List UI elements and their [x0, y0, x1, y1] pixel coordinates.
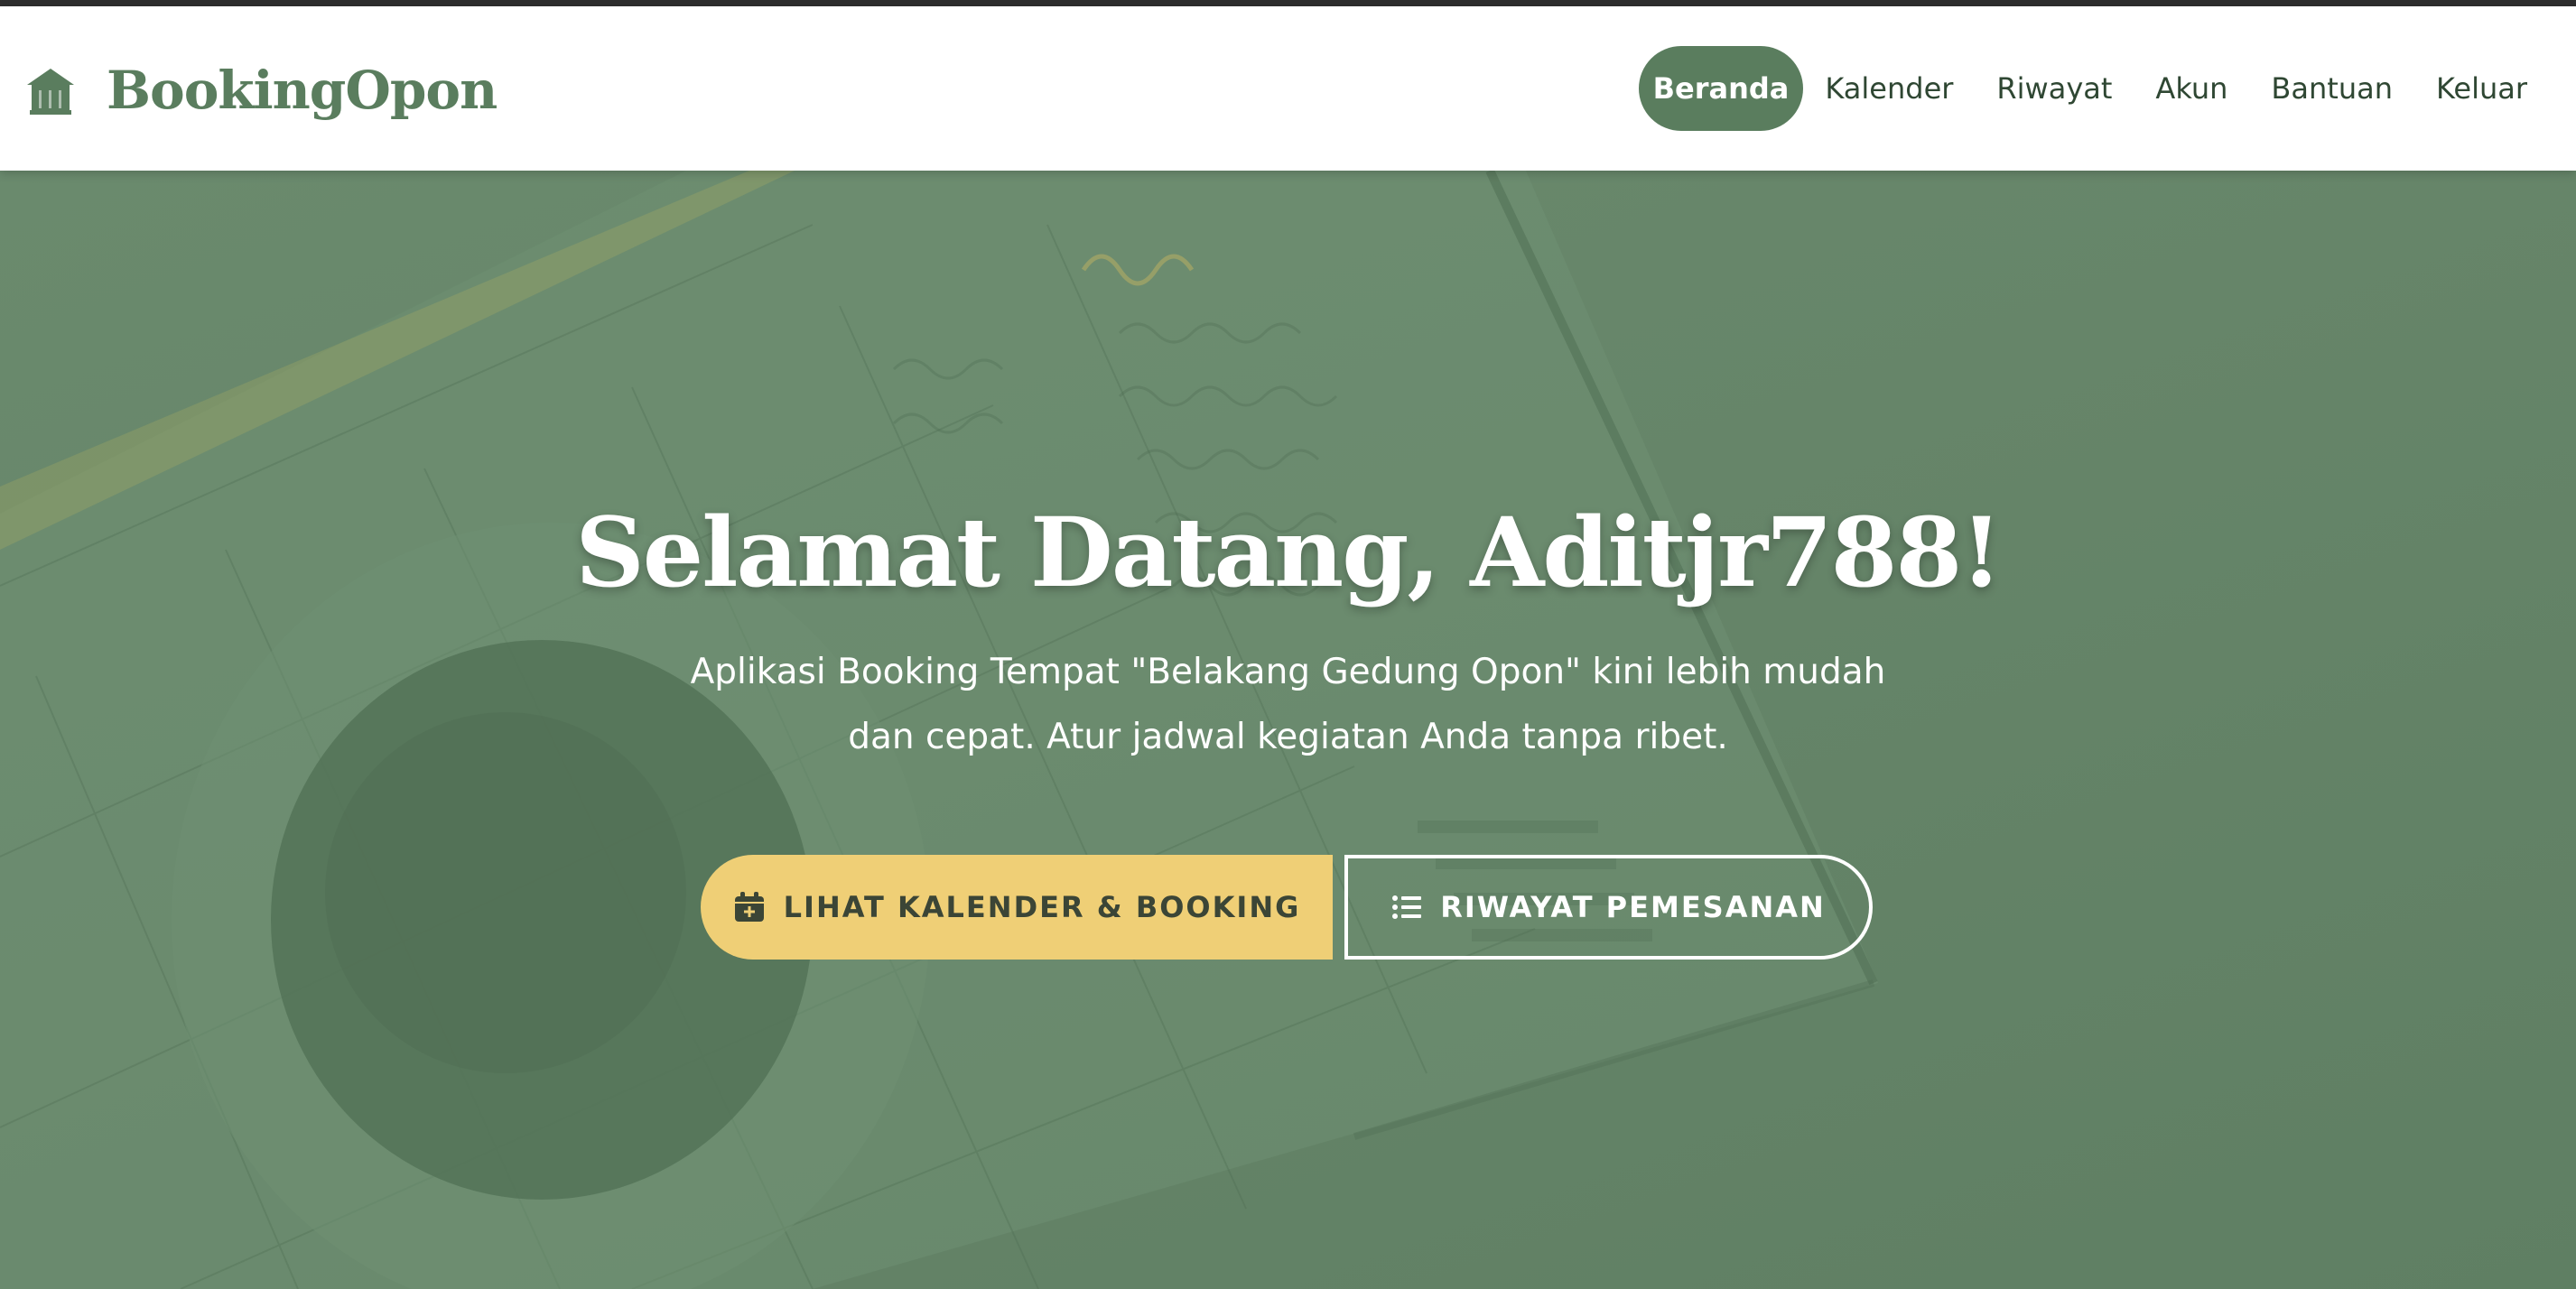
main-nav: Beranda Kalender Riwayat Akun Bantuan Ke… [1638, 46, 2549, 131]
booking-history-button[interactable]: RIWAYAT PEMESANAN [1344, 855, 1873, 960]
view-calendar-booking-button[interactable]: LIHAT KALENDER & BOOKING [701, 855, 1333, 960]
hero-subtitle-line-1: Aplikasi Booking Tempat "Belakang Gedung… [690, 652, 1886, 692]
nav-item-kalender[interactable]: Kalender [1803, 46, 1975, 131]
nav-item-akun[interactable]: Akun [2134, 46, 2249, 131]
hero-title: Selamat Datang, Aditjr788! [575, 496, 2002, 608]
nav-item-beranda[interactable]: Beranda [1638, 46, 1804, 131]
hero-subtitle-line-2: dan cepat. Atur jadwal kegiatan Anda tan… [848, 717, 1728, 757]
hero-section: Selamat Datang, Aditjr788! Aplikasi Book… [0, 171, 2576, 1289]
calendar-plus-icon [734, 892, 764, 922]
hero-subtitle: Aplikasi Booking Tempat "Belakang Gedung… [641, 640, 1935, 770]
nav-item-keluar[interactable]: Keluar [2414, 46, 2549, 131]
navbar: BookingOpon Beranda Kalender Riwayat Aku… [0, 6, 2576, 171]
brand-name: BookingOpon [107, 60, 498, 121]
brand-logo-link[interactable]: BookingOpon [25, 59, 498, 122]
hero-content: Selamat Datang, Aditjr788! Aplikasi Book… [0, 171, 2576, 1289]
home-icon [27, 69, 74, 115]
view-calendar-booking-label: LIHAT KALENDER & BOOKING [783, 890, 1301, 924]
nav-item-bantuan[interactable]: Bantuan [2249, 46, 2414, 131]
booking-history-label: RIWAYAT PEMESANAN [1440, 890, 1826, 924]
nav-item-riwayat[interactable]: Riwayat [1975, 46, 2134, 131]
window-top-border [0, 0, 2576, 6]
list-icon [1392, 895, 1422, 919]
